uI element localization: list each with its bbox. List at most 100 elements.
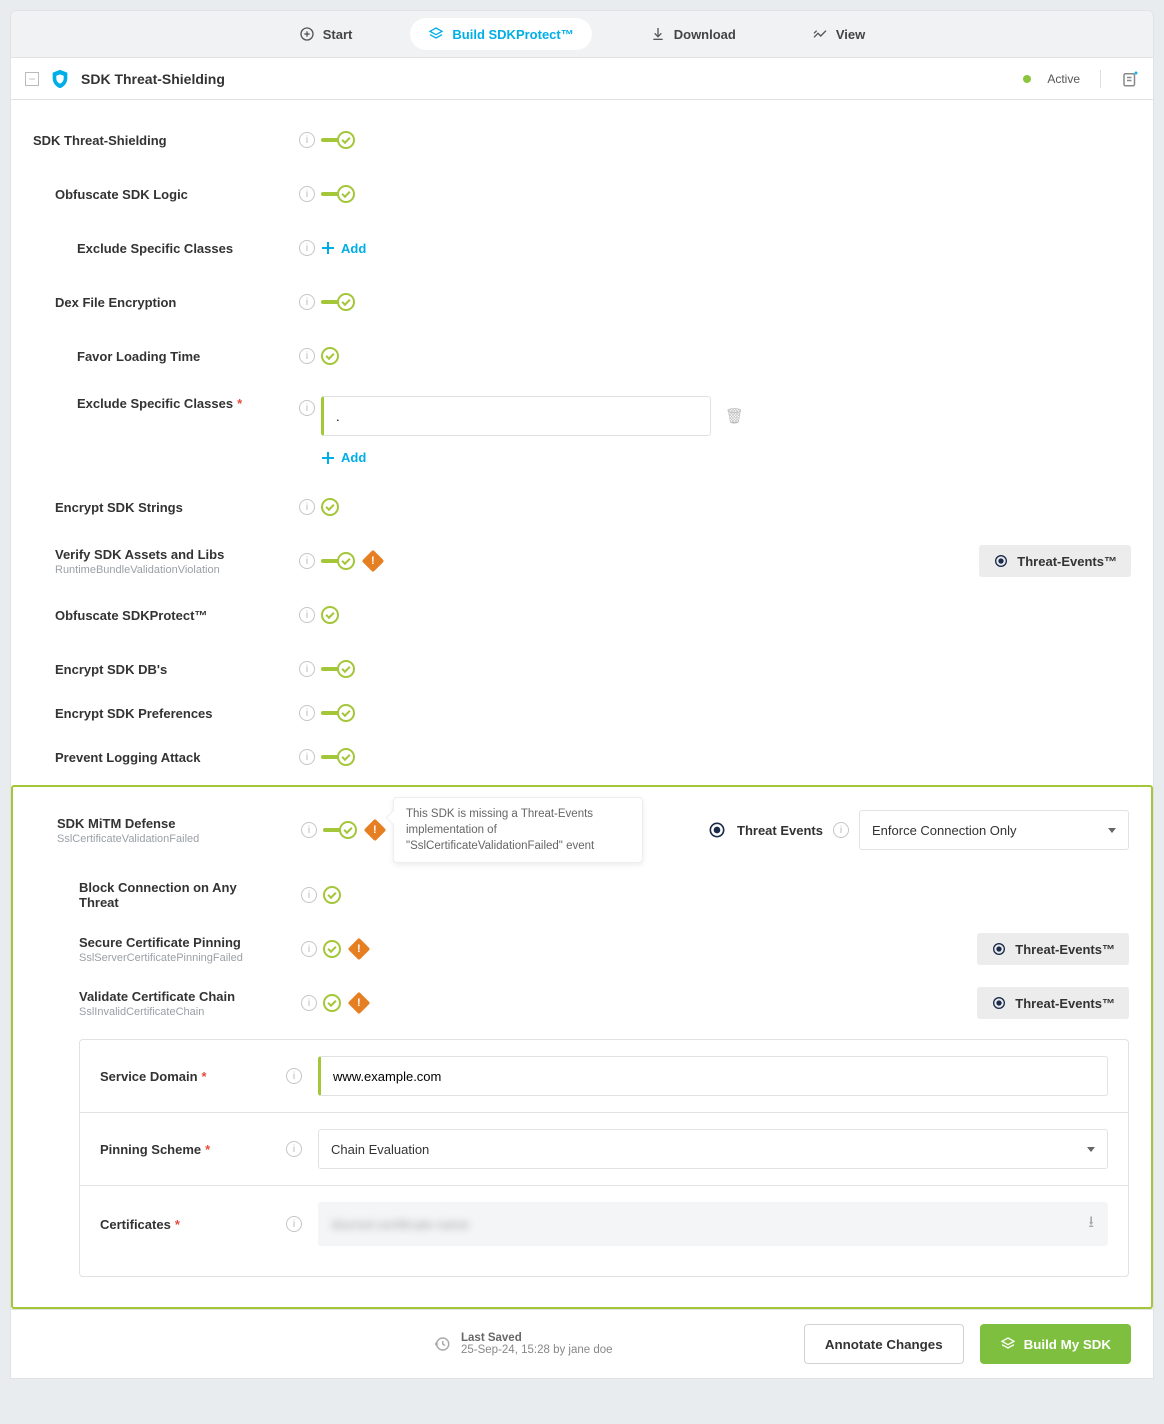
tab-start-label: Start [323,27,353,42]
section-title: SDK Threat-Shielding [81,71,225,87]
target-icon [991,995,1007,1011]
warning-icon[interactable]: ! [364,819,387,842]
row-block-any: Block Connection on Any Threat i [35,873,1129,917]
settings-panel: SDK Threat-Shielding i Obfuscate SDK Log… [10,100,1154,1310]
top-tabs: Start Build SDKProtect™ Download View [10,10,1154,58]
tab-view[interactable]: View [794,18,883,50]
row-enc-strings: Encrypt SDK Strings i [33,485,1131,529]
pinning-check[interactable] [323,940,341,958]
info-icon[interactable]: i [299,553,315,569]
row-dex: Dex File Encryption i [33,280,1131,324]
row-pinning: Secure Certificate PinningSslServerCerti… [35,927,1129,971]
chevron-down-icon [1087,1147,1095,1152]
row-enc-pref: Encrypt SDK Preferences i [33,691,1131,735]
enc-strings-check[interactable] [321,498,339,516]
verify-toggle[interactable] [321,552,355,570]
info-icon[interactable]: i [299,400,315,416]
dex-toggle[interactable] [321,293,355,311]
enc-db-toggle[interactable] [321,660,355,678]
info-icon[interactable]: i [299,499,315,515]
info-icon[interactable]: i [301,995,317,1011]
layers-icon [428,26,444,42]
row-favor: Favor Loading Time i [33,334,1131,378]
tab-start[interactable]: Start [281,18,371,50]
root-toggle[interactable] [321,131,355,149]
warning-icon[interactable]: ! [348,992,371,1015]
threat-events-tag[interactable]: Threat-Events™ [977,933,1129,965]
certificate-card: Service Domain* i Pinning Scheme* i Chai… [79,1039,1129,1277]
card-row-certificates: Certificates* i blurred-certificate-name… [80,1186,1128,1276]
plus-icon [321,241,335,255]
info-icon[interactable]: i [299,186,315,202]
mitm-section: SDK MiTM DefenseSslCertificateValidation… [11,785,1153,1309]
build-sdk-button[interactable]: Build My SDK [980,1324,1131,1364]
layers-icon [1000,1336,1016,1352]
row-enc-db: Encrypt SDK DB's i [33,647,1131,691]
certificates-display[interactable]: blurred-certificate-name ⭳ [318,1202,1108,1246]
info-icon[interactable]: i [299,294,315,310]
info-icon[interactable]: i [301,887,317,903]
chevron-down-icon [1108,828,1116,833]
row-obfuscate: Obfuscate SDK Logic i [33,172,1131,216]
mitm-toggle[interactable] [323,821,357,839]
dex-exclude-input[interactable] [321,396,711,436]
threat-events-inline: Threat Events i Enforce Connection Only [707,810,1129,850]
chart-icon [812,26,828,42]
mitm-warning-tooltip: This SDK is missing a Threat-Events impl… [393,797,643,863]
add-exclude-class-button[interactable]: Add [321,241,366,256]
threat-events-tag[interactable]: Threat-Events™ [979,545,1131,577]
enc-pref-toggle[interactable] [321,704,355,722]
obfuscate-toggle[interactable] [321,185,355,203]
row-obf-protect: Obfuscate SDKProtect™ i [33,593,1131,637]
target-icon [993,553,1009,569]
info-icon[interactable]: i [299,661,315,677]
add-dex-exclude-button[interactable]: Add [321,450,366,465]
last-saved: Last Saved 25-Sep-24, 15:28 by jane doe [433,1332,613,1356]
collapse-icon[interactable]: − [25,72,39,86]
favor-check[interactable] [321,347,339,365]
card-row-domain: Service Domain* i [80,1040,1128,1113]
tab-build[interactable]: Build SDKProtect™ [410,18,591,50]
obf-protect-check[interactable] [321,606,339,624]
warning-icon[interactable]: ! [362,550,385,573]
info-icon[interactable]: i [299,749,315,765]
threat-events-select[interactable]: Enforce Connection Only [859,810,1129,850]
block-any-check[interactable] [323,886,341,904]
notes-plus-icon[interactable] [1121,70,1139,88]
status-dot-icon [1023,75,1031,83]
info-icon[interactable]: i [286,1216,302,1232]
history-icon [433,1335,451,1353]
warning-icon[interactable]: ! [348,938,371,961]
info-icon[interactable]: i [301,941,317,957]
row-obf-exclude: Exclude Specific Classes i Add [33,226,1131,270]
info-icon[interactable]: i [286,1141,302,1157]
service-domain-input[interactable] [318,1056,1108,1096]
info-icon[interactable]: i [299,705,315,721]
annotate-button[interactable]: Annotate Changes [804,1324,964,1364]
row-validate-chain: Validate Certificate ChainSslInvalidCert… [35,981,1129,1025]
info-icon[interactable]: i [301,822,317,838]
trash-icon[interactable]: 🗑 [725,407,744,425]
card-row-scheme: Pinning Scheme* i Chain Evaluation [80,1113,1128,1186]
tab-view-label: View [836,27,865,42]
info-icon[interactable]: i [299,607,315,623]
validate-chain-check[interactable] [323,994,341,1012]
row-dex-exclude: Exclude Specific Classes* i 🗑 Add [33,388,1131,465]
row-root: SDK Threat-Shielding i [33,118,1131,162]
info-icon[interactable]: i [299,240,315,256]
prevent-log-toggle[interactable] [321,748,355,766]
threat-events-label: Threat Events [737,823,823,838]
status-label: Active [1047,72,1080,86]
threat-events-tag[interactable]: Threat-Events™ [977,987,1129,1019]
plus-icon [321,451,335,465]
info-icon[interactable]: i [833,822,849,838]
download-icon[interactable]: ⭳ [1088,1211,1094,1238]
pinning-scheme-select[interactable]: Chain Evaluation [318,1129,1108,1169]
info-icon[interactable]: i [286,1068,302,1084]
tab-download[interactable]: Download [632,18,754,50]
info-icon[interactable]: i [299,132,315,148]
info-icon[interactable]: i [299,348,315,364]
target-icon [707,820,727,840]
footer: Last Saved 25-Sep-24, 15:28 by jane doe … [10,1310,1154,1379]
tab-download-label: Download [674,27,736,42]
